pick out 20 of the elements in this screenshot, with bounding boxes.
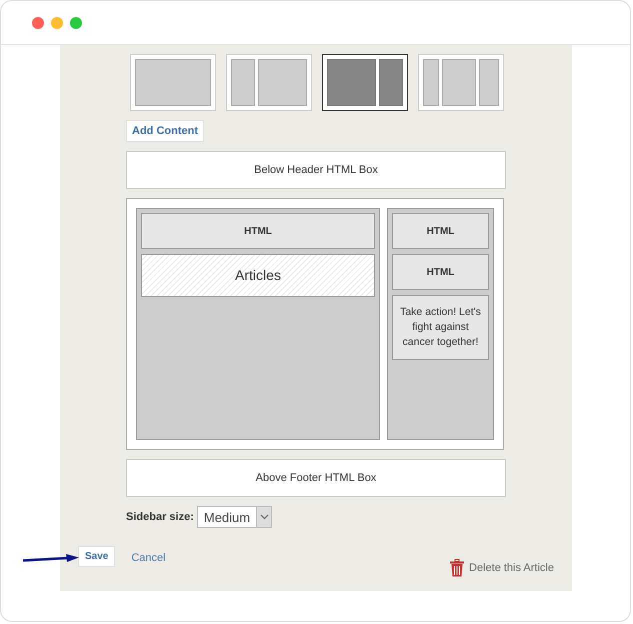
content-block[interactable]: HTML <box>141 213 375 249</box>
cancel-link[interactable]: Cancel <box>131 552 166 564</box>
content-block[interactable]: Take action! Let's fight against cancer together! <box>392 295 489 360</box>
window-control[interactable] <box>51 16 63 28</box>
above-footer-box[interactable]: Above Footer HTML Box <box>126 459 506 497</box>
layout-option[interactable] <box>322 54 408 111</box>
sidebar-size-label: Sidebar size: <box>126 511 194 523</box>
window-control[interactable] <box>32 16 44 28</box>
content-block[interactable]: HTML <box>392 213 489 249</box>
pointer-arrow <box>22 553 80 563</box>
below-header-box[interactable]: Below Header HTML Box <box>126 151 506 189</box>
content-block[interactable]: Articles <box>141 254 375 297</box>
window-control[interactable] <box>70 16 82 28</box>
sidebar-size-select[interactable]: Medium <box>196 506 272 528</box>
delete-article-link[interactable]: Delete this Article <box>450 559 554 577</box>
add-content-button[interactable]: Add Content <box>126 120 204 142</box>
content-block[interactable]: HTML <box>392 254 489 290</box>
trash-icon <box>450 559 464 577</box>
save-button[interactable]: Save <box>78 546 116 567</box>
caret-icon <box>260 514 269 520</box>
